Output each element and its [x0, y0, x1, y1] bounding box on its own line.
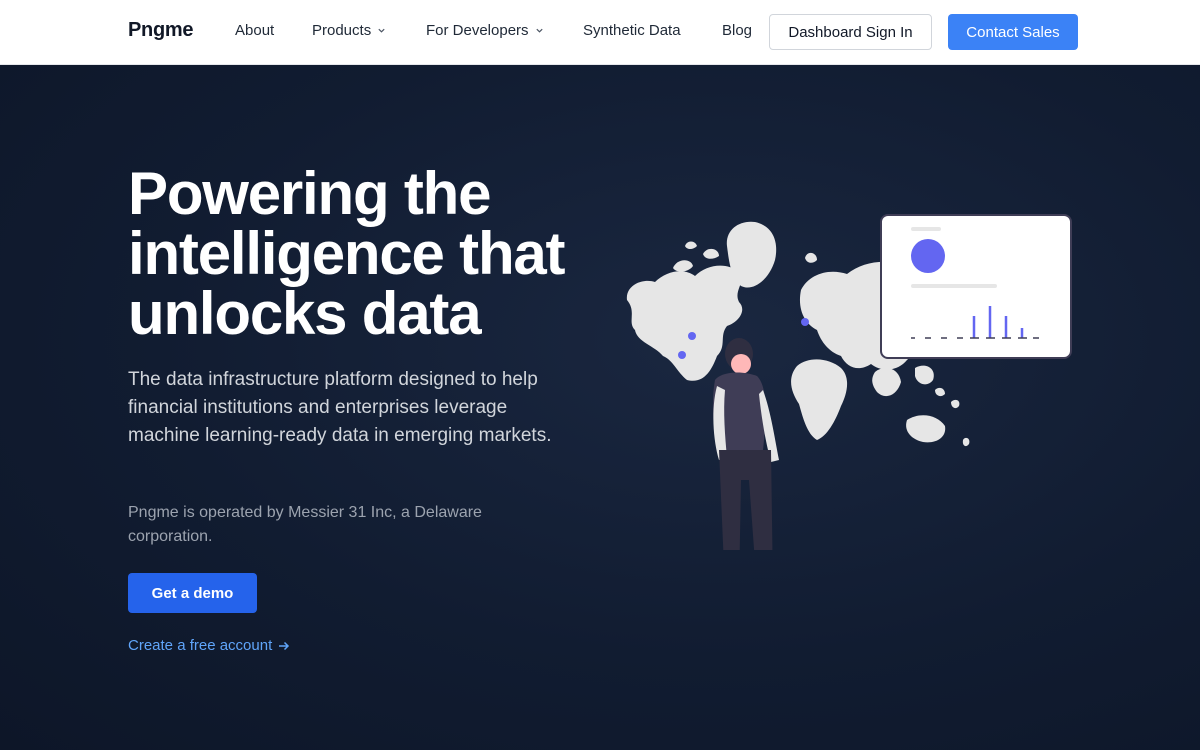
dashboard-sign-in-button[interactable]: Dashboard Sign In — [769, 14, 932, 50]
dashboard-card — [880, 214, 1072, 359]
nav-blog[interactable]: Blog — [722, 22, 752, 39]
nav-for-developers[interactable]: For Developers — [426, 22, 544, 39]
contact-sales-button[interactable]: Contact Sales — [948, 14, 1078, 50]
nav-synthetic-data-label: Synthetic Data — [583, 22, 681, 39]
location-dot — [678, 351, 686, 359]
hero-company-note: Pngme is operated by Messier 31 Inc, a D… — [128, 504, 482, 545]
person-illustration — [712, 338, 779, 550]
create-free-account-label: Create a free account — [128, 637, 273, 654]
create-free-account-link[interactable]: Create a free account — [128, 637, 290, 654]
location-dot — [801, 318, 809, 326]
nav-blog-label: Blog — [722, 22, 753, 39]
get-a-demo-button[interactable]: Get a demo — [128, 573, 257, 613]
hero-title-line-3: unlocks data — [128, 280, 482, 347]
hero-subtitle: The data infrastructure platform designe… — [128, 369, 552, 446]
top-navigation: Pngme About Products For Developers Synt… — [0, 0, 1200, 65]
hero-illustration — [626, 214, 1072, 550]
nav-products[interactable]: Products — [312, 22, 386, 39]
nav-about-label: About — [235, 22, 275, 39]
location-dot — [688, 332, 696, 340]
nav-synthetic-data[interactable]: Synthetic Data — [583, 22, 681, 39]
logo[interactable]: Pngme — [128, 19, 193, 42]
nav-for-developers-label: For Developers — [426, 22, 529, 39]
hero-title-line-1: Powering the — [128, 160, 492, 227]
avatar-circle — [911, 239, 945, 273]
arrow-right-icon — [279, 641, 290, 650]
chevron-down-icon — [535, 28, 543, 33]
chevron-down-icon — [378, 28, 385, 33]
nav-products-label: Products — [312, 22, 372, 39]
nav-about[interactable]: About — [235, 22, 274, 39]
hero-title: Powering the intelligence that unlocks d… — [128, 164, 608, 344]
hero-title-line-2: intelligence that — [128, 220, 566, 287]
